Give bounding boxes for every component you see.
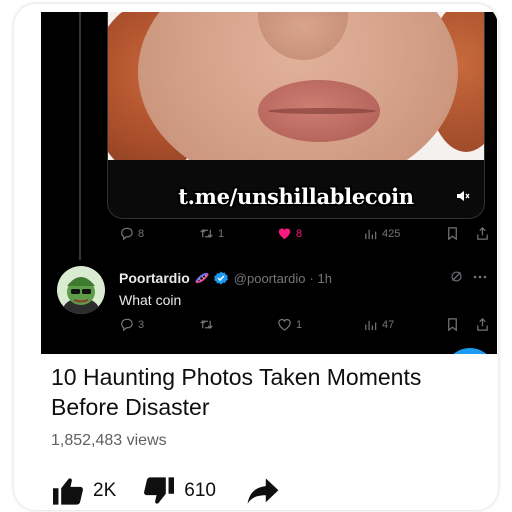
verified-badge-icon (214, 271, 228, 285)
tweet-panel: t.me/unshillablecoin 8 1 8 425 Poortardi… (41, 12, 497, 354)
reply-count: 8 (138, 227, 145, 240)
retweet-icon (200, 320, 213, 329)
like-button[interactable]: 8 (277, 226, 302, 241)
like-button[interactable]: 1 (277, 317, 302, 332)
views-button[interactable]: 425 (363, 226, 400, 241)
thumbs-down-icon (144, 477, 175, 504)
reply-tweet[interactable]: Poortardio @poortardio · 1h What coin (41, 264, 497, 324)
video-title[interactable]: 10 Haunting Photos Taken Moments Before … (51, 362, 461, 422)
handle[interactable]: @poortardio (234, 271, 306, 286)
dna-emoji-icon (194, 272, 209, 284)
like-count: 2K (93, 480, 117, 501)
more-icon[interactable] (473, 275, 487, 279)
dislike-count: 610 (184, 480, 216, 501)
display-name[interactable]: Poortardio (119, 270, 190, 286)
thread-line (79, 12, 81, 260)
volume-icon[interactable] (456, 190, 470, 202)
heart-filled-icon (278, 228, 291, 240)
views-button[interactable]: 47 (363, 317, 394, 332)
bookmark-icon (448, 318, 457, 332)
views-count: 425 (382, 227, 401, 240)
grok-icon[interactable] (450, 270, 463, 283)
share-button[interactable] (246, 477, 280, 505)
reply-button[interactable]: 8 (119, 226, 144, 241)
share-arrow-icon (247, 478, 279, 504)
share-icon (477, 227, 488, 240)
reply-action-bar: 3 1 47 (119, 317, 489, 335)
view-count: 1,852,483 views (51, 432, 167, 449)
reply-header: Poortardio @poortardio · 1h (119, 270, 332, 286)
heart-outline-icon (278, 319, 291, 331)
bookmark-button[interactable] (445, 317, 460, 332)
like-button[interactable]: 2K (51, 476, 116, 506)
screenshot-card: t.me/unshillablecoin 8 1 8 425 Poortardi… (14, 4, 498, 510)
thumbs-up-icon (53, 478, 83, 505)
reply-time: · 1h (309, 270, 332, 286)
retweet-button[interactable]: 1 (199, 226, 224, 241)
video-action-row: 2K 610 (51, 476, 280, 506)
reply-icon (121, 227, 133, 241)
tweet-photo (108, 12, 484, 160)
reply-count: 3 (138, 318, 145, 331)
bookmark-icon (448, 227, 457, 241)
dislike-button[interactable]: 610 (142, 476, 216, 506)
retweet-count: 1 (218, 227, 225, 240)
views-chart-icon (365, 320, 377, 331)
retweet-icon (200, 229, 213, 238)
watermark-text: t.me/unshillablecoin (178, 184, 414, 209)
retweet-button[interactable] (199, 317, 218, 332)
like-count: 1 (296, 318, 303, 331)
like-count: 8 (296, 227, 303, 240)
video-info: 10 Haunting Photos Taken Moments Before … (14, 354, 498, 510)
reply-menu (450, 270, 487, 283)
avatar[interactable] (57, 266, 105, 314)
photo-lip-line (268, 108, 376, 114)
tweet-action-bar: 8 1 8 425 (119, 226, 489, 244)
bookmark-button[interactable] (445, 226, 460, 241)
reply-button[interactable]: 3 (119, 317, 144, 332)
tweet-media[interactable]: t.me/unshillablecoin (107, 12, 485, 219)
share-button[interactable] (475, 317, 490, 332)
views-chart-icon (365, 229, 377, 240)
views-count: 47 (382, 318, 395, 331)
share-icon (477, 318, 488, 331)
share-button[interactable] (475, 226, 490, 241)
reply-icon (121, 318, 133, 332)
avatar-pepe-icon (63, 277, 99, 314)
reply-text: What coin (119, 292, 182, 308)
